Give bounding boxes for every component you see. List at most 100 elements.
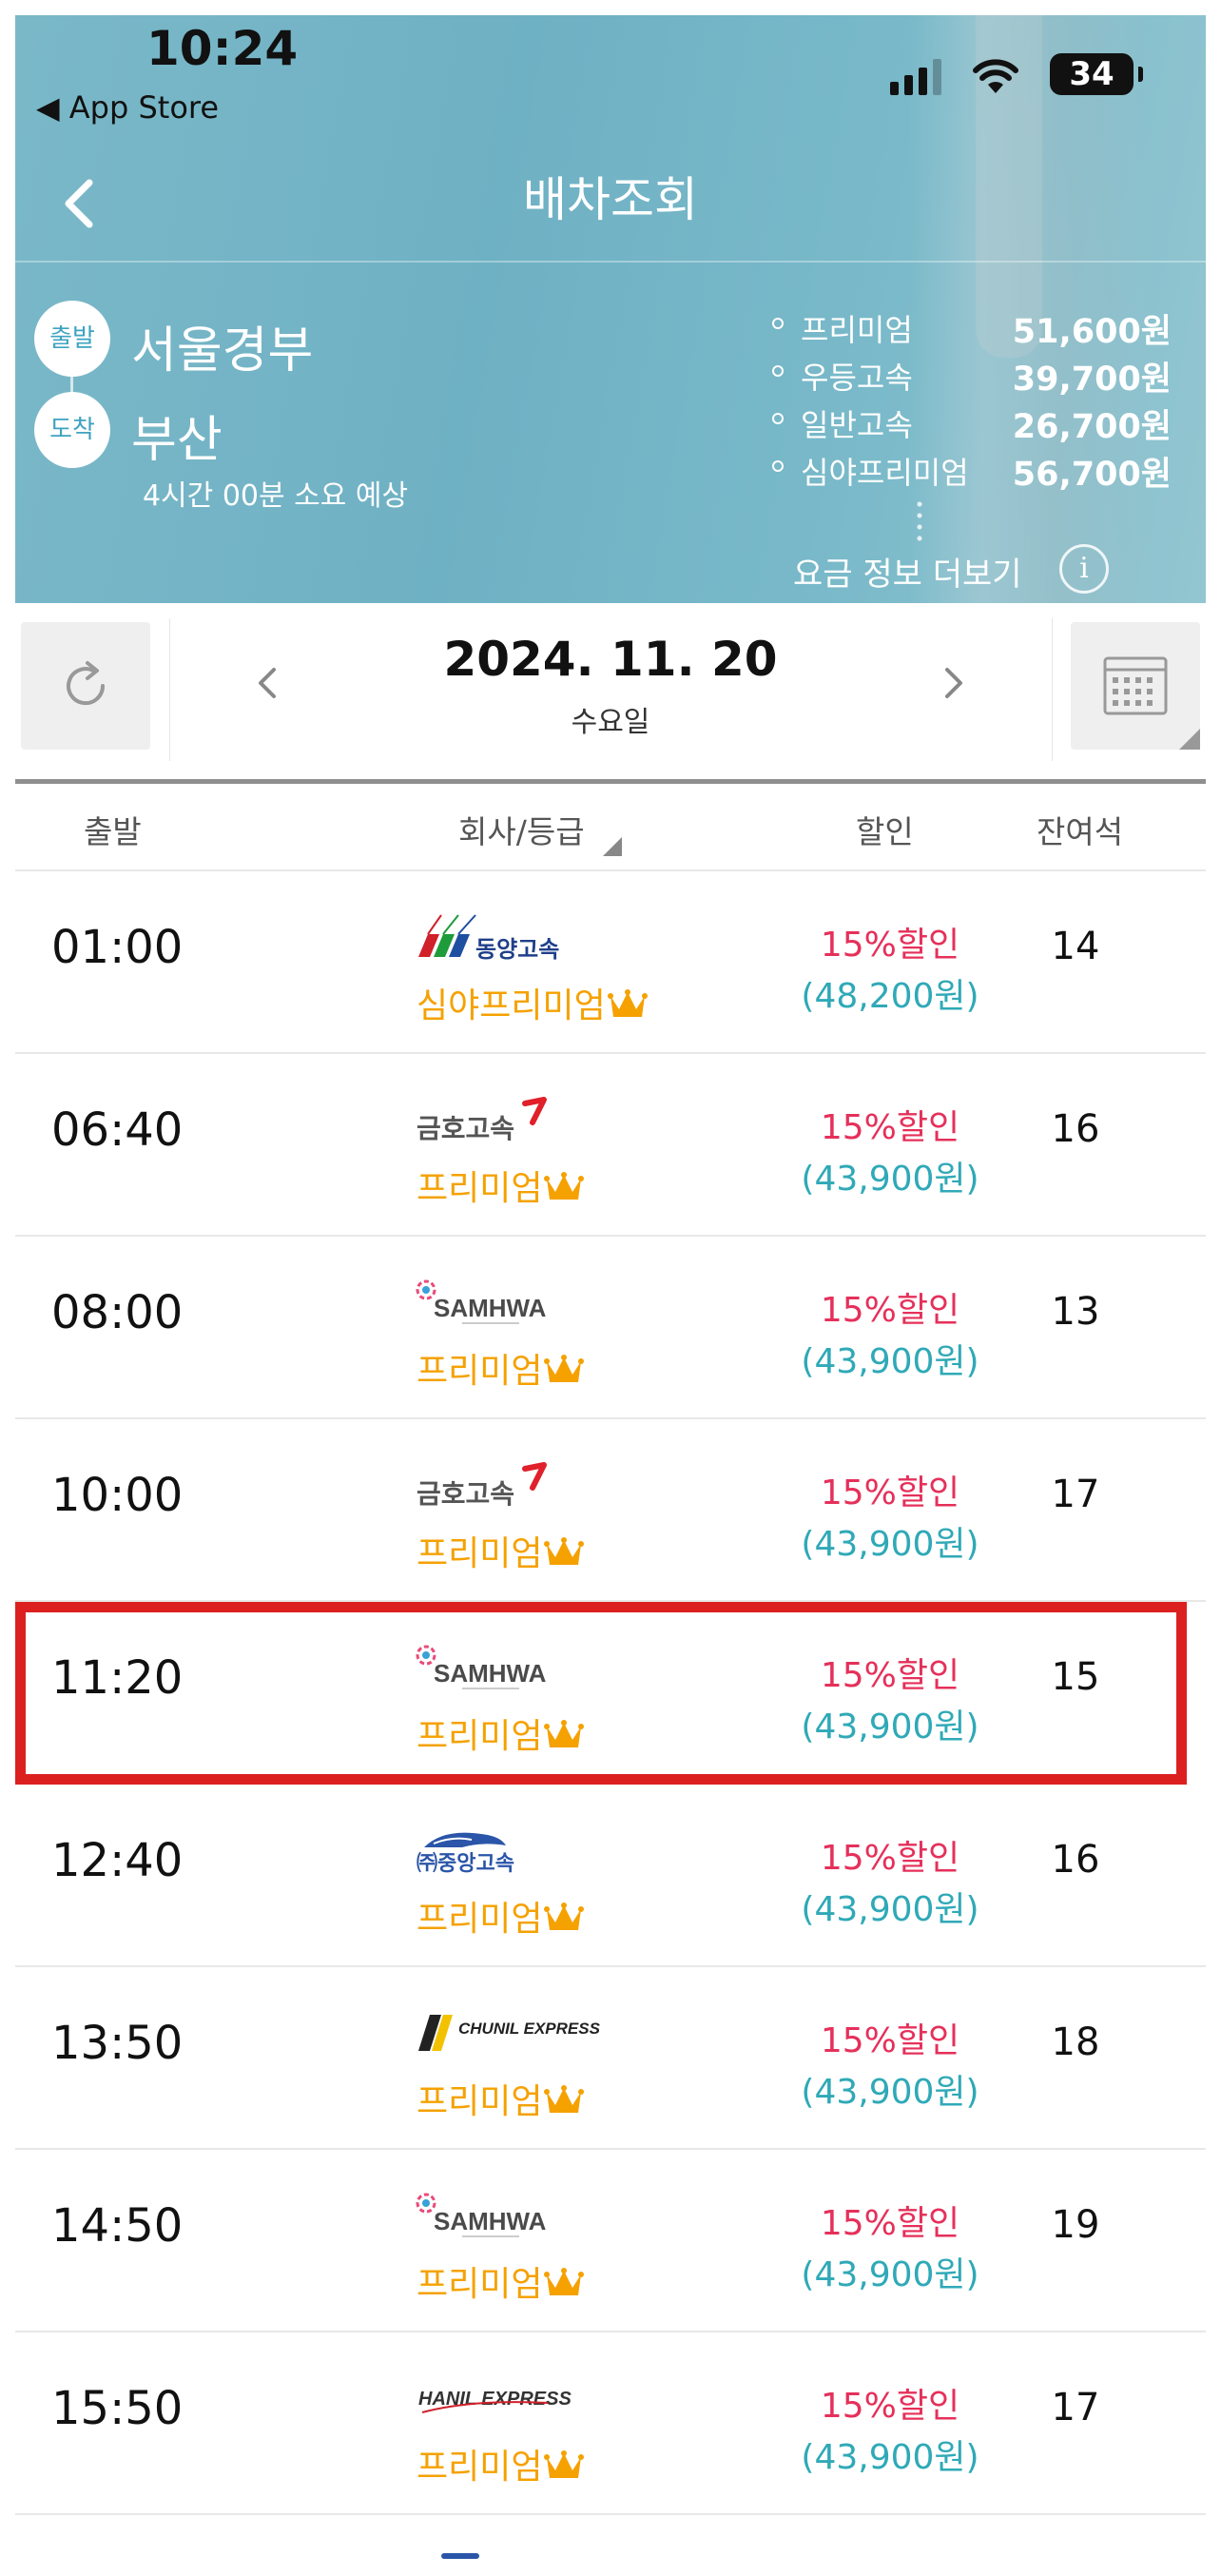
travel-duration: 4시간 00분 소요 예상 — [143, 479, 409, 513]
fare-price: 26,700원 — [1012, 408, 1172, 446]
discount-rate: 15%할인 — [820, 2021, 960, 2060]
table-row[interactable]: 06:40 금호고속 프리미엄 15%할인 (43,900원) 16 — [15, 1054, 1206, 1237]
fare-info-more-link[interactable]: 요금 정보 더보기 — [793, 548, 1022, 595]
fare-price: 39,700원 — [1012, 361, 1172, 399]
grade-label: 프리미엄 — [417, 1169, 543, 1208]
discount-rate: 15%할인 — [820, 2204, 960, 2243]
grade-label: 프리미엄 — [417, 1900, 543, 1939]
fare-item: 일반고속 26,700원 — [772, 396, 1172, 446]
fare-list: 프리미엄 51,600원 우등고속 39,700원 일반고속 26,700원 심… — [772, 301, 1172, 494]
table-row-highlighted[interactable]: 11:20 SAMHWA 프리미엄 15%할인 (43,900원) 15 — [15, 1602, 1187, 1785]
table-row[interactable]: 14:50 SAMHWA 프리미엄 15%할인 (43,900원) 19 — [15, 2150, 1206, 2332]
table-row-partial[interactable] — [15, 2515, 1206, 2561]
crown-icon — [544, 1354, 585, 1395]
table-row[interactable]: 01:00 동양고속 심야프리미엄 15%할인 (48,200원) 14 — [15, 871, 1206, 1054]
discount-rate: 15%할인 — [820, 1656, 960, 1695]
calendar-icon — [1103, 656, 1168, 715]
discount-rate: 15%할인 — [820, 1291, 960, 1330]
column-company[interactable]: 회사/등급 — [458, 807, 585, 852]
arrival-badge: 도착 — [34, 392, 110, 468]
info-icon[interactable]: i — [1059, 544, 1109, 594]
discount-rate: 15%할인 — [820, 926, 960, 965]
crown-icon — [544, 1171, 585, 1212]
departure-time: 11:20 — [51, 1651, 184, 1705]
fare-item: 심야프리미엄 56,700원 — [772, 443, 1172, 494]
bullet-icon — [772, 460, 784, 472]
logo-fragment-icon — [441, 2553, 479, 2559]
table-row[interactable]: 13:50 CHUNIL EXPRESS 프리미엄 15%할인 (43,900원… — [15, 1967, 1206, 2150]
next-date-chevron-icon[interactable] — [930, 645, 978, 721]
remaining-seats: 17 — [1051, 2386, 1100, 2430]
bus-grade: 심야프리미엄 — [417, 978, 648, 1029]
sort-indicator-icon — [603, 837, 622, 856]
remaining-seats: 16 — [1051, 1107, 1100, 1151]
discount-rate: 15%할인 — [820, 2387, 960, 2426]
company-name: CHUNIL EXPRESS — [458, 2020, 601, 2038]
bus-grade: 프리미엄 — [417, 1708, 585, 1760]
kumho-logo-icon: 금호고속 — [415, 1461, 605, 1510]
remaining-seats: 16 — [1051, 1838, 1100, 1882]
discount-price: (43,900원) — [801, 1342, 979, 1381]
departure-time: 10:00 — [51, 1469, 184, 1522]
more-dots-icon — [917, 498, 922, 542]
hanil-logo-icon: HANIL EXPRESS — [415, 2374, 605, 2422]
selected-date[interactable]: 2024. 11. 20 — [15, 632, 1206, 687]
table-row[interactable]: 10:00 금호고속 프리미엄 15%할인 (43,900원) 17 — [15, 1419, 1206, 1602]
departure-badge: 출발 — [34, 301, 110, 377]
discount-price: (43,900원) — [801, 2438, 979, 2477]
remaining-seats: 18 — [1051, 2020, 1100, 2064]
fare-item: 우등고속 39,700원 — [772, 348, 1172, 399]
fare-item: 프리미엄 51,600원 — [772, 301, 1172, 351]
divider — [1052, 618, 1053, 761]
calendar-button[interactable] — [1071, 622, 1200, 750]
table-row[interactable]: 15:50 HANIL EXPRESS 프리미엄 15%할인 (43,900원)… — [15, 2332, 1206, 2515]
departure-time: 01:00 — [51, 921, 184, 974]
company-name: SAMHWA — [434, 2207, 547, 2235]
bus-grade: 프리미엄 — [417, 1526, 585, 1577]
fare-price: 56,700원 — [1012, 456, 1172, 494]
remaining-seats: 15 — [1051, 1655, 1100, 1699]
grade-label: 심야프리미엄 — [417, 986, 606, 1025]
samhwa-logo-icon: SAMHWA — [415, 2192, 605, 2239]
discount-price: (43,900원) — [801, 1525, 979, 1564]
crown-icon — [544, 1902, 585, 1942]
company-name: 동양고속 — [475, 936, 559, 961]
table-row[interactable]: 12:40 ㈜중앙고속 프리미엄 15%할인 (43,900원) 16 — [15, 1785, 1206, 1967]
fare-name: 우등고속 — [801, 360, 913, 396]
back-to-app-store[interactable]: ◀ App Store — [36, 89, 219, 126]
chunil-logo-icon: CHUNIL EXPRESS — [415, 2009, 605, 2057]
column-seats[interactable]: 잔여석 — [1037, 807, 1123, 852]
discount-price: (48,200원) — [801, 977, 979, 1016]
discount-price: (43,900원) — [801, 2073, 979, 2112]
company-name: SAMHWA — [434, 1294, 547, 1322]
fare-price: 51,600원 — [1012, 313, 1172, 351]
bus-grade: 프리미엄 — [417, 1891, 585, 1942]
wifi-icon — [972, 57, 1019, 95]
discount-price: (43,900원) — [801, 1890, 979, 1929]
status-time: 10:24 — [146, 21, 299, 76]
table-header: 출발 회사/등급 할인 잔여석 — [15, 784, 1206, 871]
header-divider — [15, 261, 1206, 263]
departure-time: 15:50 — [51, 2382, 184, 2435]
samhwa-logo-icon: SAMHWA — [415, 1644, 605, 1691]
departure-time: 08:00 — [51, 1286, 184, 1339]
bus-grade: 프리미엄 — [417, 2439, 585, 2490]
crown-icon — [544, 2449, 585, 2490]
fare-name: 프리미엄 — [801, 312, 913, 348]
bullet-icon — [772, 318, 784, 329]
column-departure[interactable]: 출발 — [84, 807, 142, 852]
discount-price: (43,900원) — [801, 1708, 979, 1747]
battery-icon: 34 — [1050, 53, 1143, 95]
bus-grade: 프리미엄 — [417, 2074, 585, 2125]
departure-time: 06:40 — [51, 1103, 184, 1157]
table-row[interactable]: 08:00 SAMHWA 프리미엄 15%할인 (43,900원) 13 — [15, 1237, 1206, 1419]
remaining-seats: 13 — [1051, 1290, 1100, 1334]
crown-icon — [544, 2084, 585, 2125]
cellular-signal-icon — [890, 57, 941, 95]
date-selector: 2024. 11. 20 수요일 — [15, 603, 1206, 784]
remaining-seats: 14 — [1051, 925, 1100, 968]
grade-label: 프리미엄 — [417, 2082, 543, 2121]
bus-grade: 프리미엄 — [417, 1161, 585, 1212]
discount-price: (43,900원) — [801, 1160, 979, 1199]
column-discount[interactable]: 할인 — [856, 807, 914, 852]
